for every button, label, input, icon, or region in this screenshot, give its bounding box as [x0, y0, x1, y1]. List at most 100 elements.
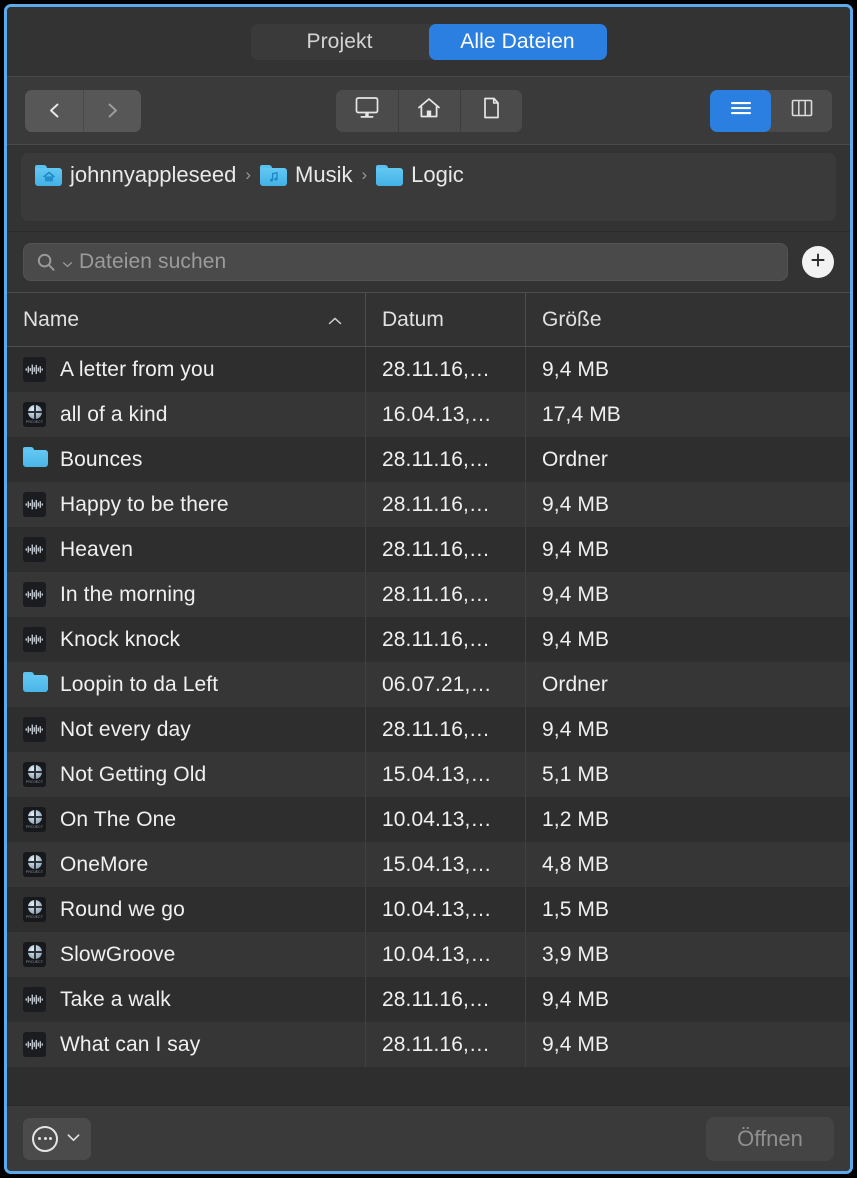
folder-icon — [376, 164, 404, 186]
breadcrumb-item-logic[interactable]: Logic — [376, 162, 464, 188]
project-file-icon: PROJECT — [23, 402, 48, 427]
cell-date: 28.11.16,… — [365, 347, 525, 392]
table-row[interactable]: Bounces 28.11.16,… Ordner — [7, 437, 850, 482]
project-file-icon: PROJECT — [23, 942, 48, 967]
audio-file-icon — [23, 627, 48, 652]
table-row[interactable]: What can I say 28.11.16,… 9,4 MB — [7, 1022, 850, 1067]
action-menu-button[interactable] — [23, 1117, 91, 1160]
file-name-label: On The One — [60, 807, 177, 831]
cell-size: 1,2 MB — [525, 797, 850, 842]
table-row[interactable]: Not every day 28.11.16,… 9,4 MB — [7, 707, 850, 752]
cell-size: 9,4 MB — [525, 347, 850, 392]
audio-file-icon — [23, 1032, 48, 1057]
folder-icon — [23, 447, 48, 472]
table-row[interactable]: PROJECT Not Getting Old 15.04.13,… 5,1 MB — [7, 752, 850, 797]
add-button[interactable] — [802, 246, 834, 278]
cell-size: 17,4 MB — [525, 392, 850, 437]
cell-name: Not every day — [7, 707, 365, 752]
cell-date: 28.11.16,… — [365, 482, 525, 527]
project-file-icon: PROJECT — [23, 807, 48, 832]
table-row[interactable]: Knock knock 28.11.16,… 9,4 MB — [7, 617, 850, 662]
breadcrumb-item-musik[interactable]: Musik — [260, 162, 353, 188]
cell-name: Heaven — [7, 527, 365, 572]
project-file-icon: PROJECT — [23, 762, 48, 787]
table-row[interactable]: In the morning 28.11.16,… 9,4 MB — [7, 572, 850, 617]
cell-date: 28.11.16,… — [365, 617, 525, 662]
file-name-label: Not every day — [60, 717, 191, 741]
forward-button[interactable] — [83, 89, 141, 132]
project-file-icon: PROJECT — [23, 852, 48, 877]
table-row[interactable]: Heaven 28.11.16,… 9,4 MB — [7, 527, 850, 572]
table-row[interactable]: PROJECT Round we go 10.04.13,… 1,5 MB — [7, 887, 850, 932]
cell-date: 28.11.16,… — [365, 707, 525, 752]
cell-name: PROJECT SlowGroove — [7, 932, 365, 977]
computer-button[interactable] — [335, 89, 398, 132]
cell-name: Loopin to da Left — [7, 662, 365, 707]
column-header-size[interactable]: Größe — [525, 293, 850, 346]
table-row[interactable]: Loopin to da Left 06.07.21,… Ordner — [7, 662, 850, 707]
audio-file-icon — [23, 582, 48, 607]
list-view-button[interactable] — [710, 89, 771, 132]
chevron-left-icon — [46, 102, 63, 119]
cell-name: What can I say — [7, 1022, 365, 1067]
cell-date: 28.11.16,… — [365, 1022, 525, 1067]
table-row[interactable]: PROJECT SlowGroove 10.04.13,… 3,9 MB — [7, 932, 850, 977]
cell-size: 1,5 MB — [525, 887, 850, 932]
document-button[interactable] — [459, 89, 522, 132]
history-nav-group — [25, 89, 141, 132]
column-header-label: Name — [23, 307, 80, 331]
chevron-down-icon[interactable] — [62, 257, 73, 268]
file-name-label: Heaven — [60, 537, 133, 561]
cell-name: PROJECT On The One — [7, 797, 365, 842]
open-button[interactable]: Öffnen — [706, 1116, 834, 1161]
cell-size: 9,4 MB — [525, 482, 850, 527]
audio-file-icon — [23, 987, 48, 1012]
tab-projekt[interactable]: Projekt — [250, 23, 429, 60]
cell-date: 28.11.16,… — [365, 977, 525, 1022]
cell-name: PROJECT all of a kind — [7, 392, 365, 437]
cell-size: 5,1 MB — [525, 752, 850, 797]
cell-name: A letter from you — [7, 347, 365, 392]
cell-name: PROJECT Round we go — [7, 887, 365, 932]
computer-icon — [354, 96, 380, 125]
file-name-label: A letter from you — [60, 357, 215, 381]
cell-date: 10.04.13,… — [365, 932, 525, 977]
column-header-name[interactable]: Name — [7, 293, 365, 346]
breadcrumb: johnnyappleseed › Musik › Logic — [21, 153, 836, 221]
list-view-icon — [728, 99, 754, 122]
breadcrumb-separator: › — [361, 165, 368, 184]
file-name-label: Round we go — [60, 897, 185, 921]
file-name-label: SlowGroove — [60, 942, 176, 966]
breadcrumb-label: Logic — [411, 162, 464, 187]
cell-date: 15.04.13,… — [365, 752, 525, 797]
source-segmented-control[interactable]: Projekt Alle Dateien — [250, 23, 607, 60]
column-header-date[interactable]: Datum — [365, 293, 525, 346]
audio-file-icon — [23, 717, 48, 742]
cell-date: 10.04.13,… — [365, 887, 525, 932]
audio-file-icon — [23, 492, 48, 517]
project-file-icon: PROJECT — [23, 897, 48, 922]
audio-file-icon — [23, 357, 48, 382]
home-button[interactable] — [397, 89, 460, 132]
table-row[interactable]: PROJECT OneMore 15.04.13,… 4,8 MB — [7, 842, 850, 887]
table-row[interactable]: A letter from you 28.11.16,… 9,4 MB — [7, 347, 850, 392]
file-name-label: OneMore — [60, 852, 149, 876]
table-row[interactable]: PROJECT On The One 10.04.13,… 1,2 MB — [7, 797, 850, 842]
search-field[interactable]: Dateien suchen — [23, 243, 788, 281]
table-row[interactable]: Happy to be there 28.11.16,… 9,4 MB — [7, 482, 850, 527]
back-button[interactable] — [25, 89, 83, 132]
search-row: Dateien suchen — [7, 232, 850, 292]
cell-name: In the morning — [7, 572, 365, 617]
view-mode-header: Projekt Alle Dateien — [7, 7, 850, 77]
column-view-button[interactable] — [771, 89, 832, 132]
chevron-down-icon — [66, 1130, 81, 1148]
cell-size: 9,4 MB — [525, 617, 850, 662]
breadcrumb-item-home[interactable]: johnnyappleseed — [35, 162, 236, 188]
tab-alle-dateien[interactable]: Alle Dateien — [428, 23, 607, 60]
file-name-label: In the morning — [60, 582, 196, 606]
cell-size: 9,4 MB — [525, 707, 850, 752]
table-row[interactable]: Take a walk 28.11.16,… 9,4 MB — [7, 977, 850, 1022]
breadcrumb-label: johnnyappleseed — [70, 162, 237, 187]
search-input[interactable]: Dateien suchen — [79, 250, 226, 274]
table-row[interactable]: PROJECT all of a kind 16.04.13,… 17,4 MB — [7, 392, 850, 437]
